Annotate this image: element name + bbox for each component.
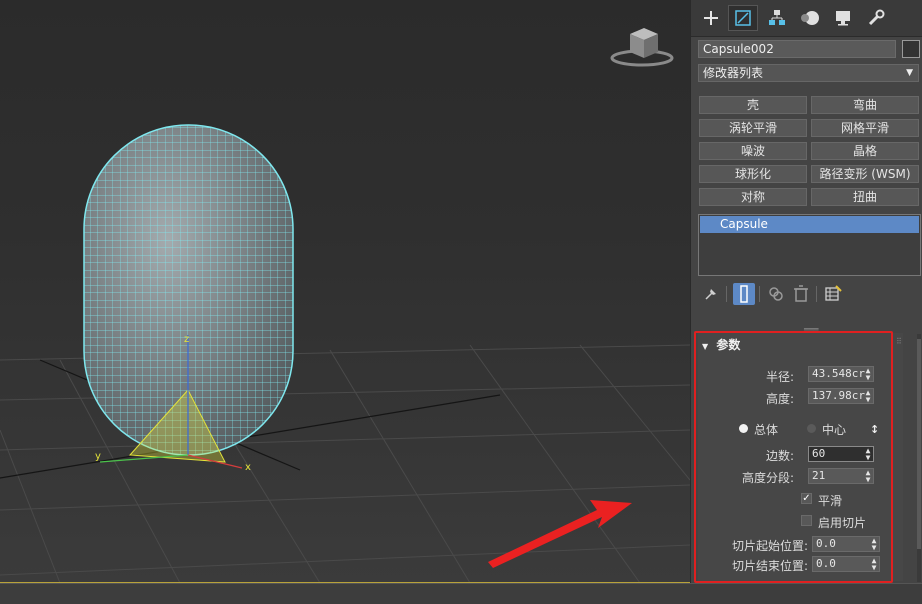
modifier-button-bend[interactable]: 弯曲 bbox=[811, 96, 919, 114]
object-name-field[interactable] bbox=[698, 40, 896, 58]
display-icon bbox=[836, 11, 850, 26]
toolbar-divider bbox=[816, 286, 817, 302]
modifier-button-pathdeform[interactable]: 路径变形 (WSM) bbox=[811, 165, 919, 183]
configure-modifier-sets-button[interactable] bbox=[822, 283, 844, 305]
chevron-down-icon: ▼ bbox=[906, 68, 913, 78]
arrow-annotation-icon bbox=[488, 500, 632, 568]
toolbar-divider bbox=[759, 286, 760, 302]
modifier-button-twist[interactable]: 扭曲 bbox=[811, 188, 919, 206]
motion-icon bbox=[801, 11, 819, 25]
axis-z-label: z bbox=[184, 334, 190, 345]
tab-display[interactable] bbox=[828, 5, 858, 31]
modifier-button-shell[interactable]: 壳 bbox=[699, 96, 807, 114]
stack-item-capsule[interactable]: Capsule bbox=[700, 216, 919, 233]
modifier-button-lattice[interactable]: 晶格 bbox=[811, 142, 919, 160]
toolbar-divider bbox=[726, 286, 727, 302]
configure-sets-icon bbox=[825, 285, 842, 301]
perspective-viewport[interactable]: z y x bbox=[0, 0, 690, 583]
remove-modifier-icon bbox=[794, 285, 808, 302]
modifier-list-label: 修改器列表 bbox=[703, 66, 764, 80]
hierarchy-icon bbox=[769, 10, 785, 25]
status-bar bbox=[0, 583, 922, 604]
pin-stack-button[interactable] bbox=[700, 283, 722, 305]
tab-hierarchy[interactable] bbox=[762, 5, 792, 31]
tab-create[interactable] bbox=[696, 5, 726, 31]
axis-y-label: y bbox=[95, 451, 101, 462]
modify-icon bbox=[735, 10, 751, 26]
make-unique-icon bbox=[769, 287, 783, 301]
show-end-result-button[interactable] bbox=[733, 283, 755, 305]
viewcube-icon bbox=[610, 28, 674, 67]
modifier-button-symmetry[interactable]: 对称 bbox=[699, 188, 807, 206]
utilities-wrench-icon bbox=[868, 9, 885, 26]
stack-toolbar bbox=[698, 282, 921, 306]
create-plus-icon bbox=[704, 11, 718, 25]
modifier-button-noise[interactable]: 噪波 bbox=[699, 142, 807, 160]
tab-modify[interactable] bbox=[728, 5, 758, 31]
parameters-highlight-box bbox=[694, 331, 893, 583]
scrollbar-thumb[interactable] bbox=[917, 339, 921, 549]
tab-utilities[interactable] bbox=[861, 5, 891, 31]
modifier-stack: Capsule bbox=[698, 214, 921, 276]
modifier-list-dropdown[interactable]: 修改器列表 ▼ bbox=[698, 64, 919, 82]
modifier-button-meshsmooth[interactable]: 网格平滑 bbox=[811, 119, 919, 137]
pin-icon bbox=[705, 289, 716, 300]
modifier-button-spherify[interactable]: 球形化 bbox=[699, 165, 807, 183]
show-end-result-icon bbox=[740, 285, 748, 303]
axis-x-label: x bbox=[245, 462, 251, 473]
command-panel-tabs bbox=[691, 0, 922, 37]
object-color-swatch[interactable] bbox=[902, 40, 920, 58]
command-panel-scrollbar[interactable] bbox=[917, 334, 921, 582]
remove-modifier-button[interactable] bbox=[790, 283, 812, 305]
rollout-drag-handle[interactable]: ⠿ bbox=[896, 337, 902, 346]
make-unique-button[interactable] bbox=[765, 283, 787, 305]
viewport-scene bbox=[0, 28, 690, 583]
modifier-button-turbosmooth[interactable]: 涡轮平滑 bbox=[699, 119, 807, 137]
tab-motion[interactable] bbox=[795, 5, 825, 31]
